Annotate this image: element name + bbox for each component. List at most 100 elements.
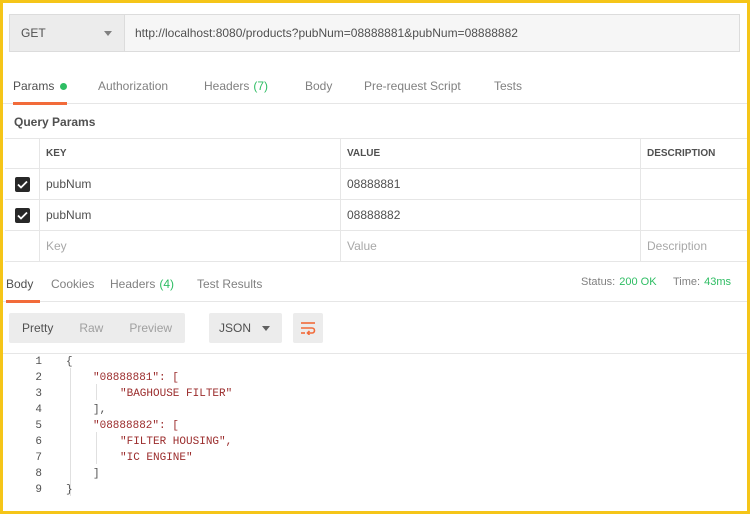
tab-label: Headers <box>110 277 156 291</box>
param-description-input[interactable] <box>640 200 750 230</box>
tab-label: Headers <box>204 79 250 93</box>
raw-button[interactable]: Raw <box>66 313 116 343</box>
active-tab-underline <box>6 300 41 303</box>
request-tabs: Params Authorization Headers (7) Body Pr… <box>0 68 750 105</box>
code-line: 6 "FILTER HOUSING", <box>0 434 740 450</box>
tab-label: Params <box>13 79 55 93</box>
table-row: pubNum 08888881 <box>5 169 750 200</box>
request-bar: GET http://localhost:8080/products?pubNu… <box>9 14 740 52</box>
tab-headers[interactable]: Headers (7) <box>204 68 268 104</box>
tab-authorization[interactable]: Authorization <box>98 68 168 104</box>
tab-label: Body <box>6 277 34 291</box>
wrap-lines-icon <box>301 322 316 335</box>
code-line: 2 "08888881": [ <box>0 370 740 386</box>
row-checkbox-cell <box>5 200 39 230</box>
line-number: 4 <box>35 404 42 416</box>
tab-label: Tests <box>494 79 523 93</box>
tab-label: Cookies <box>51 277 95 291</box>
param-value-input[interactable]: 08888881 <box>340 169 640 199</box>
tab-tests[interactable]: Tests <box>494 68 522 104</box>
query-params-title: Query Params <box>14 115 96 129</box>
code-line: 1 { <box>0 354 740 370</box>
time-label: Time: <box>673 276 701 288</box>
check-icon <box>16 180 28 189</box>
line-number: 6 <box>35 436 42 448</box>
code-text: { <box>66 356 73 368</box>
line-number: 8 <box>35 468 42 480</box>
tab-test-results[interactable]: Test Results <box>197 266 262 302</box>
code-line: 7 "IC ENGINE" <box>0 450 740 466</box>
status-label: Status: <box>581 276 616 288</box>
tab-label: Pre-request Script <box>364 79 461 93</box>
line-number: 3 <box>35 388 42 400</box>
check-icon <box>16 211 28 220</box>
table-row: pubNum 08888882 <box>5 200 750 231</box>
checkbox-checked[interactable] <box>14 207 30 223</box>
tab-pre-request-script[interactable]: Pre-request Script <box>364 68 461 104</box>
headers-count: (7) <box>253 79 269 93</box>
tab-params[interactable]: Params <box>13 68 68 105</box>
chevron-down-icon <box>262 326 270 331</box>
active-tab-underline <box>13 102 68 105</box>
tab-label: Test Results <box>197 277 263 291</box>
time-value: 43ms <box>704 276 731 288</box>
response-headers-count: (4) <box>159 277 175 291</box>
param-description-input[interactable] <box>640 169 750 199</box>
status-indicator: Status: 200 OK <box>581 276 657 288</box>
line-number: 2 <box>35 372 42 384</box>
line-number: 7 <box>35 452 42 464</box>
method-select[interactable]: GET <box>10 15 125 51</box>
code-line: 4 ], <box>0 402 740 418</box>
param-key-input[interactable]: pubNum <box>39 200 340 230</box>
tab-label: Authorization <box>98 79 169 93</box>
line-number: 9 <box>35 484 42 496</box>
format-label: JSON <box>219 321 252 335</box>
preview-button[interactable]: Preview <box>116 313 185 343</box>
code-text: ], <box>93 404 107 416</box>
status-value: 200 OK <box>619 276 657 288</box>
tab-body[interactable]: Body <box>305 68 332 104</box>
code-text: ] <box>93 468 100 480</box>
param-key-input[interactable]: pubNum <box>39 169 340 199</box>
query-params-table: KEY VALUE DESCRIPTION pubNum 08888881 pu… <box>5 138 750 262</box>
new-key-input[interactable]: Key <box>39 231 340 261</box>
code-text: "BAGHOUSE FILTER" <box>120 388 233 400</box>
code-text: } <box>66 484 73 496</box>
line-number: 5 <box>35 420 42 432</box>
method-label: GET <box>21 26 46 40</box>
chevron-down-icon <box>104 31 112 36</box>
wrap-lines-button[interactable] <box>293 313 323 343</box>
tab-response-headers[interactable]: Headers (4) <box>110 266 174 302</box>
response-body-editor[interactable]: 1 { 2 "08888881": [ 3 "BAGHOUSE FILTER" … <box>0 353 750 511</box>
code-line: 9 } <box>0 482 740 498</box>
url-text: http://localhost:8080/products?pubNum=08… <box>135 26 518 40</box>
params-active-dot-icon <box>60 82 68 90</box>
code-line: 8 ] <box>0 466 740 482</box>
tab-response-body[interactable]: Body <box>6 266 41 303</box>
new-value-input[interactable]: Value <box>340 231 640 261</box>
code-line: 3 "BAGHOUSE FILTER" <box>0 386 740 402</box>
checkbox-checked[interactable] <box>14 176 30 192</box>
row-checkbox-cell <box>5 231 39 261</box>
column-header-key: KEY <box>39 139 340 168</box>
table-header-row: KEY VALUE DESCRIPTION <box>5 138 750 169</box>
code-line: 5 "08888882": [ <box>0 418 740 434</box>
tab-cookies[interactable]: Cookies <box>51 266 94 302</box>
code-text: "FILTER HOUSING", <box>120 436 233 448</box>
header-checkbox-cell <box>5 139 39 168</box>
column-header-value: VALUE <box>340 139 640 168</box>
tab-label: Body <box>305 79 333 93</box>
pretty-button[interactable]: Pretty <box>9 313 66 343</box>
code-text: "IC ENGINE" <box>120 452 193 464</box>
row-checkbox-cell <box>5 169 39 199</box>
code-text: "08888882": [ <box>93 420 179 432</box>
column-header-description: DESCRIPTION <box>640 139 750 168</box>
line-number: 1 <box>35 356 42 368</box>
format-select[interactable]: JSON <box>209 313 282 343</box>
param-value-input[interactable]: 08888882 <box>340 200 640 230</box>
new-description-input[interactable]: Description <box>640 231 750 261</box>
code-text: "08888881": [ <box>93 372 179 384</box>
view-mode-group: Pretty Raw Preview <box>9 313 186 343</box>
url-input[interactable]: http://localhost:8080/products?pubNum=08… <box>125 15 739 51</box>
time-indicator: Time: 43ms <box>673 276 731 288</box>
